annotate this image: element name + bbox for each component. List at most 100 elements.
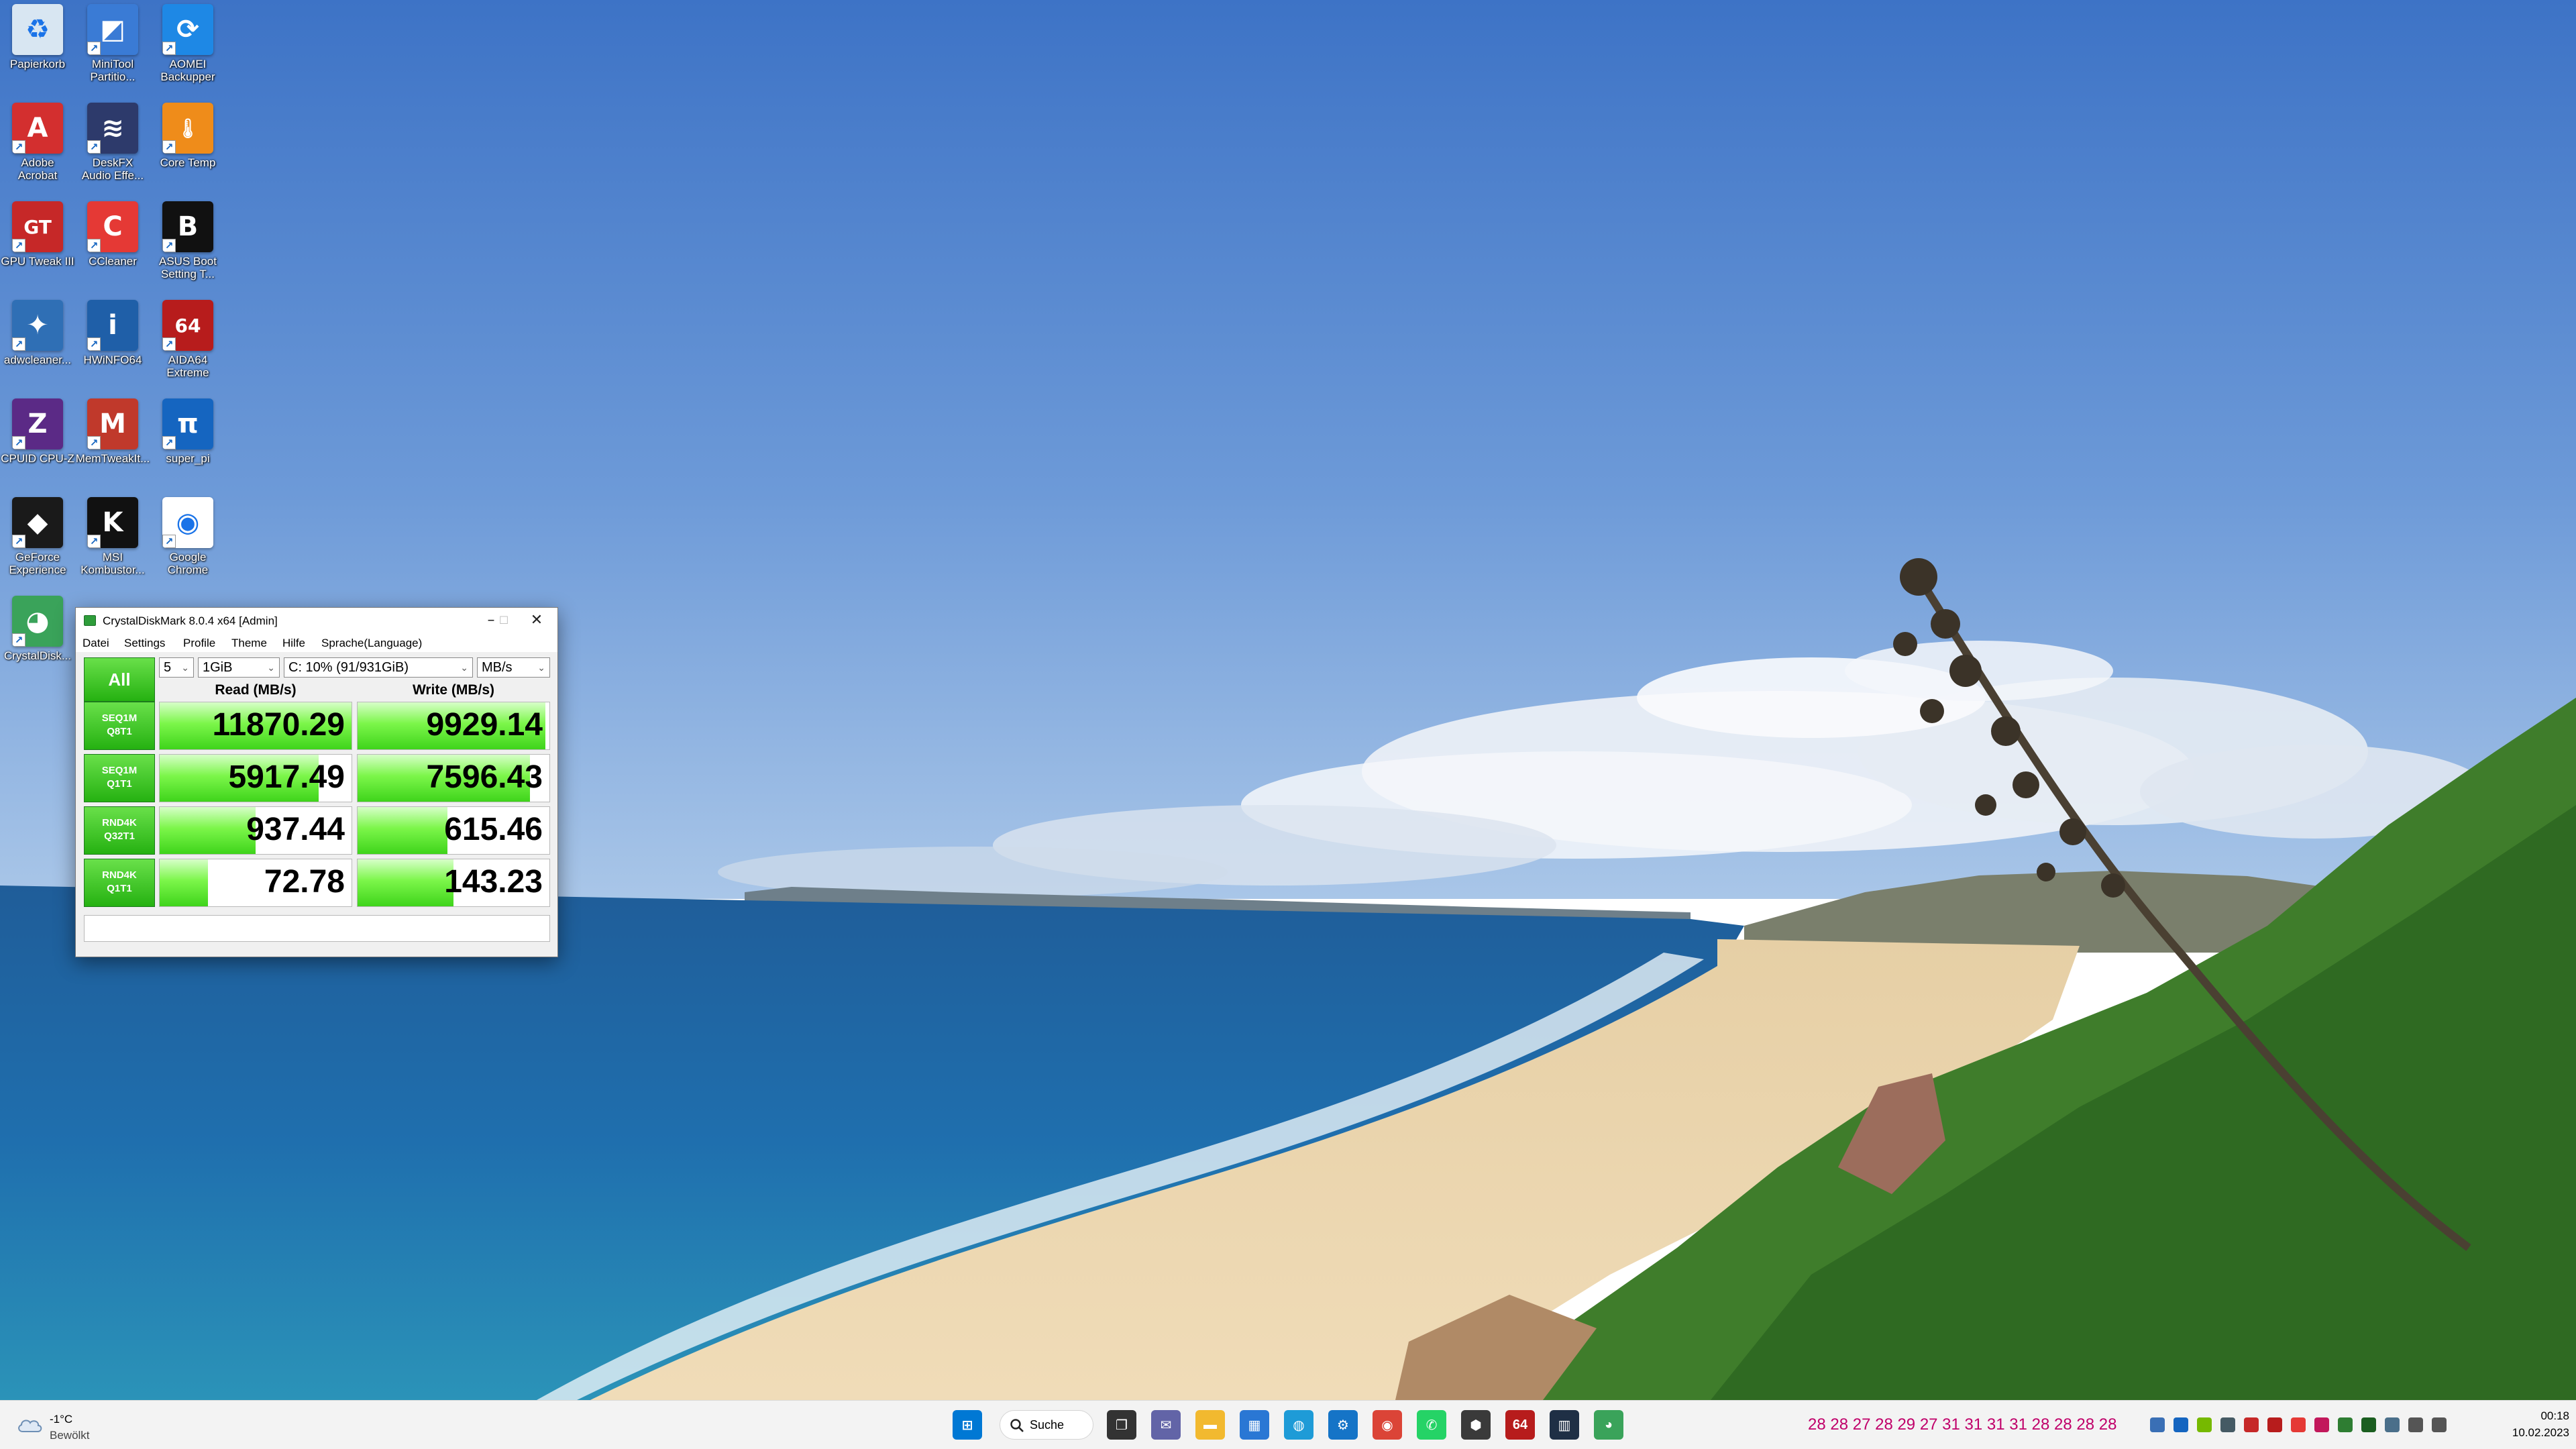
test-row-label-4[interactable]: RND4K Q1T1 <box>84 859 155 907</box>
desktop-icon-geforce-experience[interactable]: ◆ ↗ GeForce Experience <box>0 493 75 587</box>
weather-widget[interactable]: -1°C Bewölkt <box>16 1407 123 1444</box>
desktop-icon-label: AOMEI Backupper <box>160 58 215 83</box>
settings-app-icon: ⚙ <box>1337 1417 1349 1433</box>
taskbar-search-box[interactable]: Suche <box>1000 1410 1093 1440</box>
tray-temperature-readouts[interactable]: 28 28 27 28 29 27 31 31 31 31 28 28 28 2… <box>1808 1415 2116 1434</box>
desktop-icon-cpu-z[interactable]: Z ↗ CPUID CPU-Z <box>0 394 75 488</box>
taskbar-teams-chat-button[interactable]: ✉ <box>1151 1410 1181 1440</box>
desktop-icon-recycle-bin[interactable]: ♻ Papierkorb <box>0 0 75 94</box>
whatsapp-icon: ✆ <box>1426 1417 1438 1433</box>
taskbar-chrome-button[interactable]: ◉ <box>1373 1410 1402 1440</box>
gpu-tray-icon[interactable] <box>2314 1417 2329 1432</box>
desktop-icon-hwinfo[interactable]: i ↗ HWiNFO64 <box>75 296 150 390</box>
taskbar-network-globe-button[interactable]: ◍ <box>1284 1410 1313 1440</box>
test-size-select[interactable]: 1GiB ⌄ <box>198 657 280 678</box>
network-tray-icon[interactable] <box>2361 1417 2376 1432</box>
read-result-value: 11870.29 <box>212 707 345 743</box>
gpu-tweak-icon: GT ↗ <box>12 201 63 252</box>
desktop-icon-asus-boot-setting[interactable]: B ↗ ASUS Boot Setting T... <box>150 197 225 291</box>
display-tray-icon[interactable] <box>2385 1417 2400 1432</box>
taskbar-whatsapp-button[interactable]: ✆ <box>1417 1410 1446 1440</box>
aida64-icon: 64 <box>1512 1417 1528 1432</box>
taskbar-start-button[interactable]: ⊞ <box>953 1410 982 1440</box>
nvidia-tray-icon[interactable] <box>2197 1417 2212 1432</box>
desktop-icon-msi-kombustor[interactable]: K ↗ MSI Kombustor... <box>75 493 150 587</box>
deskfx-icon: ≋ ↗ <box>87 103 138 154</box>
desktop-icon-memtweakit[interactable]: M ↗ MemTweakIt... <box>75 394 150 488</box>
test-row-label-2[interactable]: SEQ1M Q1T1 <box>84 754 155 802</box>
menu-item-settings[interactable]: Settings <box>124 637 165 650</box>
close-button[interactable]: ✕ <box>516 608 557 633</box>
taskbar-task-view-button[interactable]: ❐ <box>1107 1410 1136 1440</box>
desktop-icon-aida64[interactable]: 64 ↗ AIDA64 Extreme <box>150 296 225 390</box>
taskbar-cube-app-button[interactable]: ⬢ <box>1461 1410 1491 1440</box>
desktop-icon-core-temp[interactable]: 🌡 ↗ Core Temp <box>150 99 225 193</box>
aomei-backupper-icon: ⟳ ↗ <box>162 4 213 55</box>
test-type-label: SEQ1M <box>101 712 138 724</box>
read-result-cell: 937.44 <box>159 806 352 855</box>
desktop-icon-crystaldiskmark[interactable]: ◕ ↗ CrystalDisk... <box>0 592 75 686</box>
aida64-tray-icon[interactable] <box>2267 1417 2282 1432</box>
hwmonitor-tray-icon[interactable] <box>2338 1417 2353 1432</box>
write-result-bar <box>358 859 453 906</box>
shield-tray-icon[interactable] <box>2220 1417 2235 1432</box>
desktop-icon-adwcleaner[interactable]: ✦ ↗ adwcleaner... <box>0 296 75 390</box>
window-titlebar[interactable]: CrystalDiskMark 8.0.4 x64 [Admin] – ☐ ✕ <box>76 608 557 633</box>
desktop-icon-label: GPU Tweak III <box>1 255 74 268</box>
test-type-label: SEQ1M <box>101 765 138 776</box>
desktop-icon-label: HWiNFO64 <box>83 354 142 366</box>
msi-tray-icon[interactable] <box>2244 1417 2259 1432</box>
chevron-down-icon: ⌄ <box>460 662 468 673</box>
test-size-value: 1GiB <box>203 660 233 675</box>
hwinfo-tray-icon[interactable] <box>2150 1417 2165 1432</box>
desktop-icon-chrome[interactable]: ◉ ↗ Google Chrome <box>150 493 225 587</box>
menu-item-language[interactable]: Sprache(Language) <box>321 637 422 650</box>
run-all-button[interactable]: All <box>84 657 155 702</box>
bluetooth-icon[interactable] <box>2174 1417 2188 1432</box>
drive-select[interactable]: C: 10% (91/931GiB) ⌄ <box>284 657 473 678</box>
test-type-label: RND4K <box>102 817 137 828</box>
cloud-icon <box>18 1419 42 1432</box>
desktop-icon-label: adwcleaner... <box>3 354 72 366</box>
taskbar-settings-app-button[interactable]: ⚙ <box>1328 1410 1358 1440</box>
teams-chat-icon: ✉ <box>1160 1417 1172 1433</box>
write-result-bar <box>358 807 448 854</box>
desktop-icon-super-pi[interactable]: π ↗ super_pi <box>150 394 225 488</box>
taskbar-aida64-button[interactable]: 64 <box>1505 1410 1535 1440</box>
taskbar-microsoft-store-button[interactable]: ▦ <box>1240 1410 1269 1440</box>
read-result-value: 72.78 <box>264 864 345 900</box>
desktop-icon-label: CrystalDisk... <box>3 649 72 662</box>
taskbar-hwinfo-button[interactable]: ▥ <box>1550 1410 1579 1440</box>
shortcut-arrow-icon: ↗ <box>87 42 101 55</box>
taskbar-crystaldiskmark-button[interactable]: ◕ <box>1594 1410 1623 1440</box>
adobe-acrobat-icon: A ↗ <box>12 103 63 154</box>
test-row-label-1[interactable]: SEQ1M Q8T1 <box>84 702 155 750</box>
window-title: CrystalDiskMark 8.0.4 x64 [Admin] <box>103 614 278 627</box>
crystaldiskmark-window: CrystalDiskMark 8.0.4 x64 [Admin] – ☐ ✕ … <box>75 607 558 957</box>
desktop-icon-gpu-tweak[interactable]: GT ↗ GPU Tweak III <box>0 197 75 291</box>
desktop-icon-minitool-partition[interactable]: ◩ ↗ MiniTool Partitio... <box>75 0 150 94</box>
menu-item-hilfe[interactable]: Hilfe <box>282 637 305 650</box>
taskbar-clock[interactable]: 00:18 10.02.2023 <box>2482 1407 2569 1441</box>
taskbar-file-explorer-button[interactable]: ▬ <box>1195 1410 1225 1440</box>
unit-select[interactable]: MB/s ⌄ <box>477 657 550 678</box>
test-queue-label: Q8T1 <box>107 726 132 737</box>
maximize-button[interactable]: ☐ <box>492 608 516 633</box>
aida64-icon: 64 ↗ <box>162 300 213 351</box>
menu-item-theme[interactable]: Theme <box>231 637 267 650</box>
desktop-icon-ccleaner[interactable]: C ↗ CCleaner <box>75 197 150 291</box>
menu-item-datei[interactable]: Datei <box>83 637 109 650</box>
chrome-icon: ◉ ↗ <box>162 497 213 548</box>
desktop-icon-label: MSI Kombustor... <box>80 551 145 576</box>
record-tray-icon[interactable] <box>2291 1417 2306 1432</box>
comment-input[interactable] <box>84 915 550 942</box>
desktop-icon-adobe-acrobat[interactable]: A ↗ Adobe Acrobat <box>0 99 75 193</box>
battery-icon[interactable] <box>2408 1417 2423 1432</box>
desktop-icon-aomei-backupper[interactable]: ⟳ ↗ AOMEI Backupper <box>150 0 225 94</box>
menu-item-profile[interactable]: Profile <box>183 637 215 650</box>
test-row-label-3[interactable]: RND4K Q32T1 <box>84 806 155 855</box>
volume-icon[interactable] <box>2432 1417 2447 1432</box>
shortcut-arrow-icon: ↗ <box>162 42 176 55</box>
test-count-select[interactable]: 5 ⌄ <box>159 657 194 678</box>
desktop-icon-deskfx[interactable]: ≋ ↗ DeskFX Audio Effe... <box>75 99 150 193</box>
